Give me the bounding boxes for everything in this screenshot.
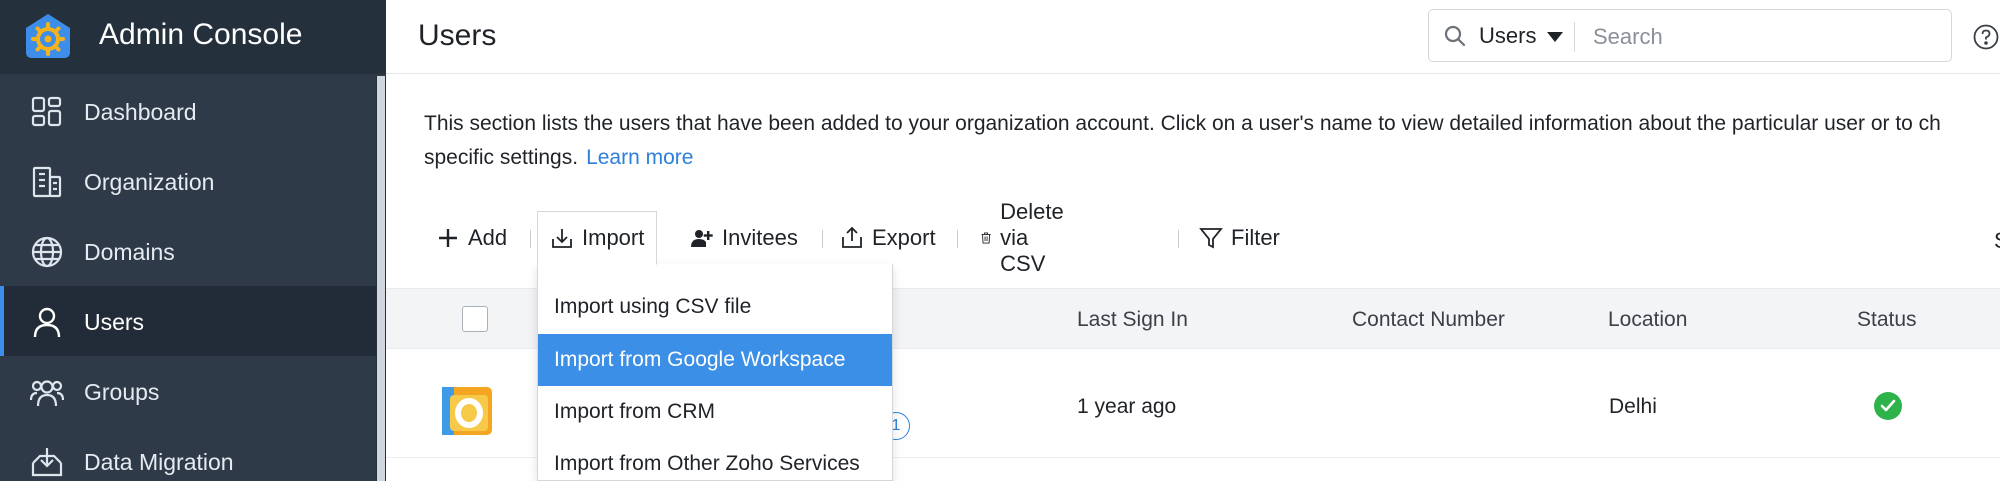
import-icon (552, 229, 572, 248)
menu-item-import-google-workspace[interactable]: Import from Google Workspace (538, 334, 892, 386)
select-all-checkbox[interactable] (462, 306, 488, 332)
column-header-contact-number[interactable]: Contact Number (1352, 308, 1505, 332)
chevron-down-icon[interactable] (1547, 32, 1563, 42)
search-icon (1444, 25, 1466, 47)
sidebar-item-label: Users (84, 309, 145, 335)
sidebar-scrollbar[interactable] (376, 76, 386, 481)
admin-console-logo-icon (26, 14, 70, 58)
cell-location: Delhi (1609, 395, 1657, 418)
cell-last-sign-in: 1 year ago (1077, 395, 1177, 418)
description-line-2-text: specific settings. (424, 146, 579, 169)
sidebar-item-dashboard[interactable]: Dashboard (0, 76, 376, 146)
export-button[interactable]: Export (840, 212, 936, 264)
sidebar-item-domains[interactable]: Domains (0, 216, 376, 286)
sidebar-item-label: Domains (84, 239, 175, 265)
toolbar-divider (530, 230, 531, 248)
column-header-location[interactable]: Location (1608, 308, 1687, 332)
menu-item-import-other-zoho[interactable]: Import from Other Zoho Services (538, 438, 892, 481)
toolbar-divider (957, 230, 958, 248)
toolbar-divider (1178, 230, 1179, 248)
top-header: Users Users (386, 0, 2000, 74)
data-migration-icon (31, 448, 63, 477)
sidebar-item-organization[interactable]: Organization (0, 146, 376, 216)
invitees-label: Invitees (722, 225, 798, 250)
sidebar-item-data-migration[interactable]: Data Migration (0, 426, 376, 481)
sidebar-item-label: Data Migration (84, 449, 234, 475)
add-button[interactable]: Add (436, 212, 507, 264)
search-input[interactable] (1593, 20, 1933, 54)
sidebar-item-label: Groups (84, 379, 160, 405)
import-button[interactable]: Import (537, 211, 658, 265)
export-icon (842, 226, 862, 248)
invitees-button[interactable]: Invitees (690, 212, 798, 264)
menu-item-import-crm[interactable]: Import from CRM (538, 386, 892, 438)
filter-button[interactable]: Filter (1199, 212, 1280, 264)
toolbar-truncated-item[interactable]: S (1994, 228, 2000, 254)
app-title: Admin Console (99, 18, 303, 51)
page-title: Users (418, 19, 497, 52)
groups-icon (30, 380, 64, 407)
search-divider (1574, 22, 1575, 52)
learn-more-link[interactable]: Learn more (586, 146, 693, 169)
menu-item-import-csv[interactable]: Import using CSV file (538, 281, 892, 333)
trash-icon (981, 232, 991, 244)
building-icon (32, 166, 62, 198)
brand-header: Admin Console (0, 0, 386, 74)
filter-icon (1199, 228, 1223, 249)
global-search: Users (1428, 9, 1952, 62)
column-header-status[interactable]: Status (1857, 308, 1917, 332)
delete-via-csv-label: Delete via CSV (1000, 199, 1064, 276)
status-active-icon (1874, 392, 1902, 420)
import-label: Import (582, 225, 645, 250)
sidebar-nav: Dashboard Organization Domains Users Gro… (0, 76, 376, 481)
sidebar: Admin Console Dashboard Organization Dom… (0, 0, 386, 481)
export-label: Export (872, 225, 936, 250)
invitees-icon (691, 230, 713, 247)
help-icon[interactable] (1973, 24, 1999, 50)
add-label: Add (468, 225, 508, 250)
description-line-1: This section lists the users that have b… (424, 112, 1941, 135)
description-line-2: specific settings. Learn more (424, 141, 2000, 175)
avatar (442, 387, 492, 435)
sidebar-item-users[interactable]: Users (0, 286, 376, 356)
sidebar-item-label: Dashboard (84, 99, 197, 125)
section-description: This section lists the users that have b… (424, 107, 2000, 175)
globe-icon (31, 236, 63, 268)
user-icon (33, 307, 61, 338)
dashboard-icon (31, 96, 62, 127)
delete-via-csv-button[interactable]: Delete via CSV (980, 199, 1076, 276)
import-dropdown-menu: Import using CSV file Import from Google… (537, 264, 893, 481)
search-scope-select[interactable]: Users (1479, 23, 1536, 49)
sidebar-item-label: Organization (84, 169, 215, 195)
column-header-last-sign-in[interactable]: Last Sign In (1077, 308, 1188, 332)
sidebar-scrollbar-thumb[interactable] (377, 76, 385, 481)
filter-label: Filter (1231, 225, 1280, 250)
sidebar-item-groups[interactable]: Groups (0, 356, 376, 426)
plus-icon (439, 229, 457, 247)
toolbar-divider (822, 230, 823, 248)
